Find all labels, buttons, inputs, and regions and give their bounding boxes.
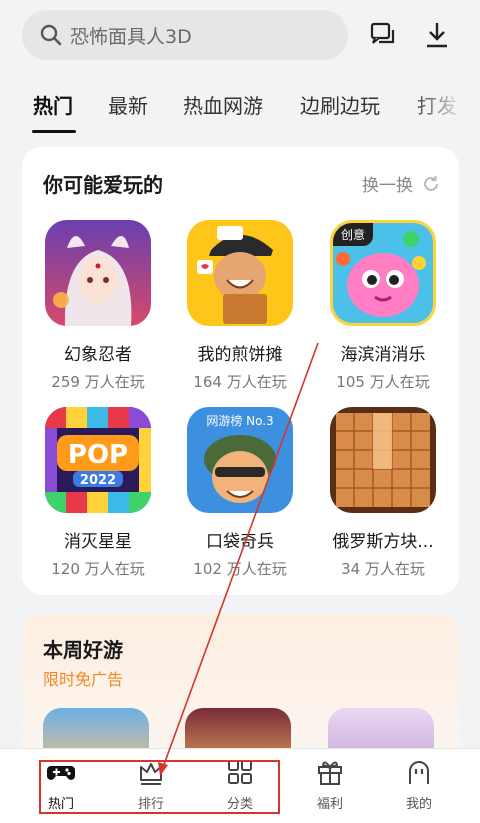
tab-latest[interactable]: 最新	[108, 90, 148, 119]
game-icon-pocket-troops: 网游榜 No.3	[187, 407, 293, 513]
crown-icon	[140, 763, 162, 785]
nav-welfare[interactable]: 福利	[295, 757, 365, 812]
svg-text:2022: 2022	[80, 473, 116, 488]
game-item-pocket-troops[interactable]: 网游榜 No.3 口袋奇兵 102 万人在玩	[185, 407, 295, 579]
tab-casual[interactable]: 边刷边玩	[300, 90, 380, 119]
game-players: 34 万人在玩	[341, 560, 425, 578]
nav-label: 排行	[137, 797, 164, 812]
game-name: 海滨消消乐	[340, 345, 426, 365]
search-icon	[40, 24, 62, 46]
search-placeholder: 恐怖面具人3D	[70, 25, 192, 48]
game-players: 164 万人在玩	[193, 373, 287, 391]
message-icon	[370, 22, 395, 44]
recommend-card: 你可能爱玩的 换一换 幻象忍者 259 万人在玩 我的煎饼摊 164 万人在玩 …	[22, 147, 459, 595]
game-rank-badge: 网游榜 No.3	[206, 414, 274, 428]
game-players: 105 万人在玩	[336, 373, 430, 391]
game-item-seaside[interactable]: 创意 海滨消消乐 105 万人在玩	[328, 220, 438, 392]
bottom-nav: 热门 排行 分类 福利 我的	[0, 748, 480, 823]
game-item-pancake[interactable]: 我的煎饼摊 164 万人在玩	[185, 220, 295, 392]
game-players: 259 万人在玩	[51, 373, 145, 391]
category-tabs: 热门 最新 热血网游 边刷边玩 打发	[0, 84, 480, 136]
grid-icon	[228, 760, 252, 784]
nav-label: 热门	[47, 797, 74, 812]
nav-rank[interactable]: 排行	[116, 757, 186, 812]
game-item-ninja[interactable]: 幻象忍者 259 万人在玩	[43, 220, 153, 392]
nav-label: 福利	[316, 797, 343, 812]
nav-label: 分类	[226, 797, 253, 812]
game-icon-pancake	[187, 220, 293, 326]
game-icon-popstar: POP 2022	[45, 407, 151, 513]
weekly-subtitle: 限时免广告	[43, 670, 124, 689]
game-name: 俄罗斯方块...	[332, 532, 434, 552]
search-bar[interactable]: 恐怖面具人3D	[22, 10, 348, 60]
game-name: 幻象忍者	[64, 345, 132, 365]
game-icon-ninja	[45, 220, 151, 326]
game-badge: 创意	[333, 223, 374, 246]
svg-text:POP: POP	[68, 440, 128, 470]
active-tab-indicator	[32, 130, 76, 133]
game-name: 消灭星星	[64, 532, 132, 552]
tabs-fade	[410, 84, 480, 136]
game-name: 我的煎饼摊	[197, 345, 283, 365]
recommend-title: 你可能爱玩的	[43, 173, 163, 197]
gamepad-icon	[47, 766, 75, 780]
game-item-tetris[interactable]: 俄罗斯方块... 34 万人在玩	[328, 407, 438, 579]
nav-label: 我的	[405, 797, 432, 812]
game-name: 口袋奇兵	[206, 532, 274, 552]
game-item-popstar[interactable]: POP 2022 消灭星星 120 万人在玩	[43, 407, 153, 579]
nav-mine[interactable]: 我的	[384, 757, 454, 812]
game-players: 102 万人在玩	[193, 560, 287, 578]
top-bar: 恐怖面具人3D	[0, 0, 480, 74]
game-players: 120 万人在玩	[51, 560, 145, 578]
refresh-label: 换一换	[362, 176, 413, 196]
tab-online-games[interactable]: 热血网游	[183, 90, 263, 119]
gift-icon	[318, 761, 342, 785]
message-button[interactable]	[367, 18, 401, 52]
nav-category[interactable]: 分类	[205, 757, 275, 812]
ghost-icon	[409, 761, 429, 784]
refresh-icon	[424, 175, 438, 191]
game-icon-seaside: 创意	[330, 220, 436, 326]
nav-hot[interactable]: 热门	[26, 757, 96, 812]
refresh-button[interactable]: 换一换	[362, 171, 441, 196]
tab-hot[interactable]: 热门	[33, 90, 73, 119]
download-icon	[427, 23, 447, 48]
download-button[interactable]	[420, 18, 454, 52]
game-icon-tetris	[330, 407, 436, 513]
weekly-title: 本周好游	[43, 638, 123, 662]
